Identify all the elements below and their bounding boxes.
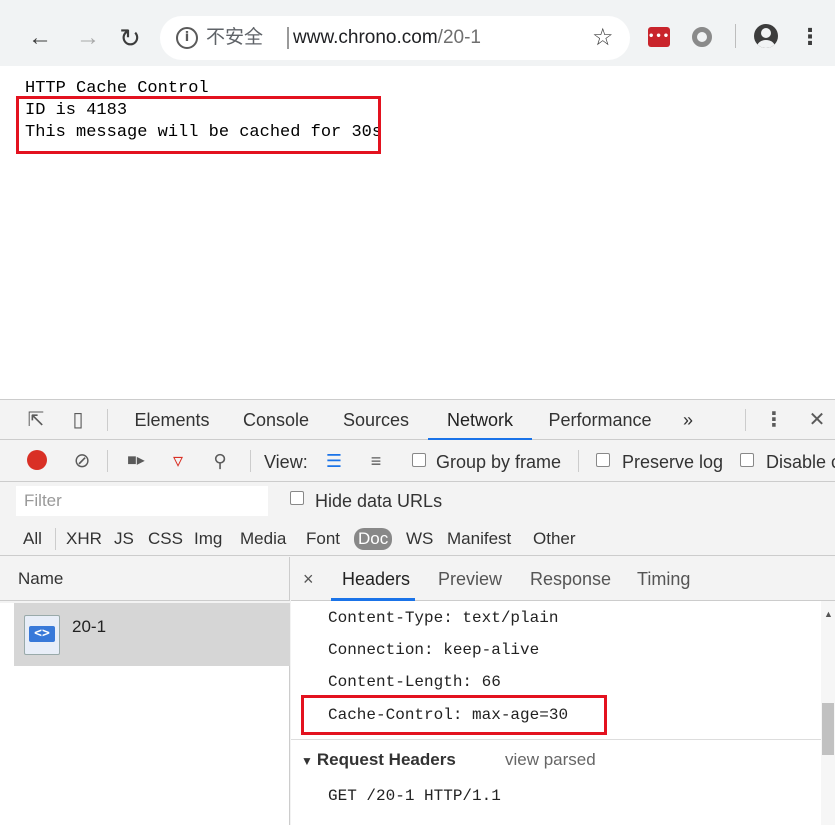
scrollbar-thumb[interactable] bbox=[822, 703, 834, 755]
devtools-panel: ⇱ ▯ Elements Console Sources Network Per… bbox=[0, 399, 835, 825]
tab-performance[interactable]: Performance bbox=[546, 400, 654, 440]
forward-arrow-icon[interactable]: → bbox=[70, 20, 106, 56]
name-column-header[interactable]: Name bbox=[18, 569, 63, 589]
type-filter-all[interactable]: All bbox=[23, 528, 42, 550]
devtools-tabbar: ⇱ ▯ Elements Console Sources Network Per… bbox=[0, 400, 835, 440]
extension-red-icon[interactable]: ••• bbox=[648, 27, 670, 47]
group-by-frame-label: Group by frame bbox=[436, 452, 562, 472]
toolbar-divider-2 bbox=[250, 450, 251, 472]
group-by-frame-checkbox[interactable] bbox=[412, 453, 426, 467]
record-icon[interactable] bbox=[27, 450, 47, 470]
detail-tab-headers[interactable]: Headers bbox=[342, 567, 410, 591]
type-filter-css[interactable]: CSS bbox=[148, 528, 183, 550]
bookmark-star-icon[interactable]: ☆ bbox=[592, 23, 614, 53]
header-content-length: Content-Length: 66 bbox=[328, 673, 501, 691]
waterfall-icon[interactable]: ≡ bbox=[364, 449, 388, 473]
tab-network[interactable]: Network bbox=[428, 400, 532, 440]
security-label[interactable]: 不安全 bbox=[206, 26, 263, 50]
type-divider bbox=[55, 528, 56, 550]
close-devtools-icon[interactable]: ✕ bbox=[805, 408, 829, 432]
browser-menu-icon[interactable]: ⋮ bbox=[798, 22, 822, 52]
hide-data-urls-label: Hide data URLs bbox=[315, 491, 443, 511]
filter-input[interactable]: Filter bbox=[16, 486, 268, 516]
type-filter-xhr[interactable]: XHR bbox=[66, 528, 102, 550]
request-list-body bbox=[0, 666, 290, 825]
header-content-type: Content-Type: text/plain bbox=[328, 609, 559, 627]
type-filter-media[interactable]: Media bbox=[240, 528, 286, 550]
page-body-text: HTTP Cache Control ID is 4183 This messa… bbox=[25, 78, 382, 144]
type-filter-manifest[interactable]: Manifest bbox=[447, 528, 511, 550]
close-detail-icon[interactable]: × bbox=[303, 567, 314, 591]
type-filter-img[interactable]: Img bbox=[194, 528, 222, 550]
document-icon bbox=[24, 615, 60, 655]
type-filter-other[interactable]: Other bbox=[533, 528, 576, 550]
view-parsed-link[interactable]: view parsed bbox=[505, 749, 596, 771]
request-list-header[interactable]: Name bbox=[0, 557, 290, 601]
filter-funnel-icon[interactable]: ▿ bbox=[166, 449, 190, 473]
more-tabs-icon[interactable]: » bbox=[676, 400, 700, 440]
info-icon[interactable]: i bbox=[176, 27, 198, 49]
tab-divider-2 bbox=[745, 409, 746, 431]
preserve-log-label: Preserve log bbox=[622, 452, 724, 472]
page-viewport: HTTP Cache Control ID is 4183 This messa… bbox=[0, 66, 835, 399]
large-rows-icon[interactable]: ☰ bbox=[322, 449, 346, 473]
screenshot-video-icon[interactable]: ■▸ bbox=[124, 449, 148, 473]
detail-tab-response[interactable]: Response bbox=[530, 567, 611, 591]
type-filter-font[interactable]: Font bbox=[306, 528, 340, 550]
request-headers-title[interactable]: ▼ Request Headers bbox=[301, 749, 456, 772]
toolbar-divider bbox=[735, 24, 736, 48]
request-row[interactable]: 20-1 bbox=[14, 603, 290, 666]
disable-cache-label: Disable c bbox=[766, 452, 835, 472]
inspect-element-icon[interactable]: ⇱ bbox=[24, 408, 48, 432]
type-filter-js[interactable]: JS bbox=[114, 528, 134, 550]
request-row-gutter bbox=[0, 603, 14, 666]
active-tab-indicator bbox=[331, 598, 415, 601]
tab-console[interactable]: Console bbox=[240, 400, 312, 440]
page-line-message: This message will be cached for 30s bbox=[25, 123, 383, 142]
back-arrow-icon[interactable]: ← bbox=[22, 20, 58, 56]
scroll-up-arrow-icon[interactable]: ▲ bbox=[824, 609, 833, 619]
header-cache-control: Cache-Control: max-age=30 bbox=[328, 706, 569, 724]
type-filter-doc[interactable]: Doc bbox=[354, 528, 393, 550]
url-text[interactable]: www.chrono.com/20-1 bbox=[293, 26, 481, 50]
request-line: GET /20-1 HTTP/1.1 bbox=[328, 787, 501, 805]
address-divider bbox=[287, 27, 289, 49]
header-connection: Connection: keep-alive bbox=[328, 641, 540, 659]
tab-divider bbox=[107, 409, 108, 431]
tab-sources[interactable]: Sources bbox=[340, 400, 412, 440]
request-detail-pane: × Headers Preview Response Timing Conten… bbox=[291, 557, 835, 825]
toolbar-divider-3 bbox=[578, 450, 579, 472]
detail-tab-preview[interactable]: Preview bbox=[438, 567, 502, 591]
profile-avatar-icon[interactable] bbox=[754, 24, 778, 48]
reload-icon[interactable]: ↻ bbox=[112, 20, 148, 56]
expand-triangle-icon: ▼ bbox=[301, 754, 313, 768]
preserve-log-checkbox[interactable] bbox=[596, 453, 610, 467]
type-filter-ws[interactable]: WS bbox=[406, 528, 433, 550]
hide-data-urls-checkbox[interactable] bbox=[290, 491, 304, 505]
page-line-title: HTTP Cache Control bbox=[25, 79, 209, 98]
devtools-menu-icon[interactable]: ⋮ bbox=[762, 408, 786, 432]
disable-cache-checkbox[interactable] bbox=[740, 453, 754, 467]
request-name[interactable]: 20-1 bbox=[72, 617, 106, 637]
section-divider bbox=[291, 739, 821, 740]
tab-elements[interactable]: Elements bbox=[132, 400, 212, 440]
toolbar-divider bbox=[107, 450, 108, 472]
detail-tab-timing[interactable]: Timing bbox=[637, 567, 690, 591]
detail-tabbar: × Headers Preview Response Timing bbox=[291, 557, 835, 601]
clear-icon[interactable]: ⊘ bbox=[70, 449, 94, 473]
device-toolbar-icon[interactable]: ▯ bbox=[66, 408, 90, 432]
search-icon[interactable]: ⚲ bbox=[208, 449, 232, 473]
browser-toolbar: ← → ↻ i 不安全 www.chrono.com/20-1 ☆ ••• ⋮ bbox=[0, 0, 835, 66]
extension-ring-icon[interactable] bbox=[692, 27, 712, 47]
view-label: View: bbox=[264, 452, 308, 472]
page-line-id: ID is 4183 bbox=[25, 101, 128, 120]
address-bar[interactable]: i 不安全 www.chrono.com/20-1 ☆ bbox=[160, 16, 630, 60]
